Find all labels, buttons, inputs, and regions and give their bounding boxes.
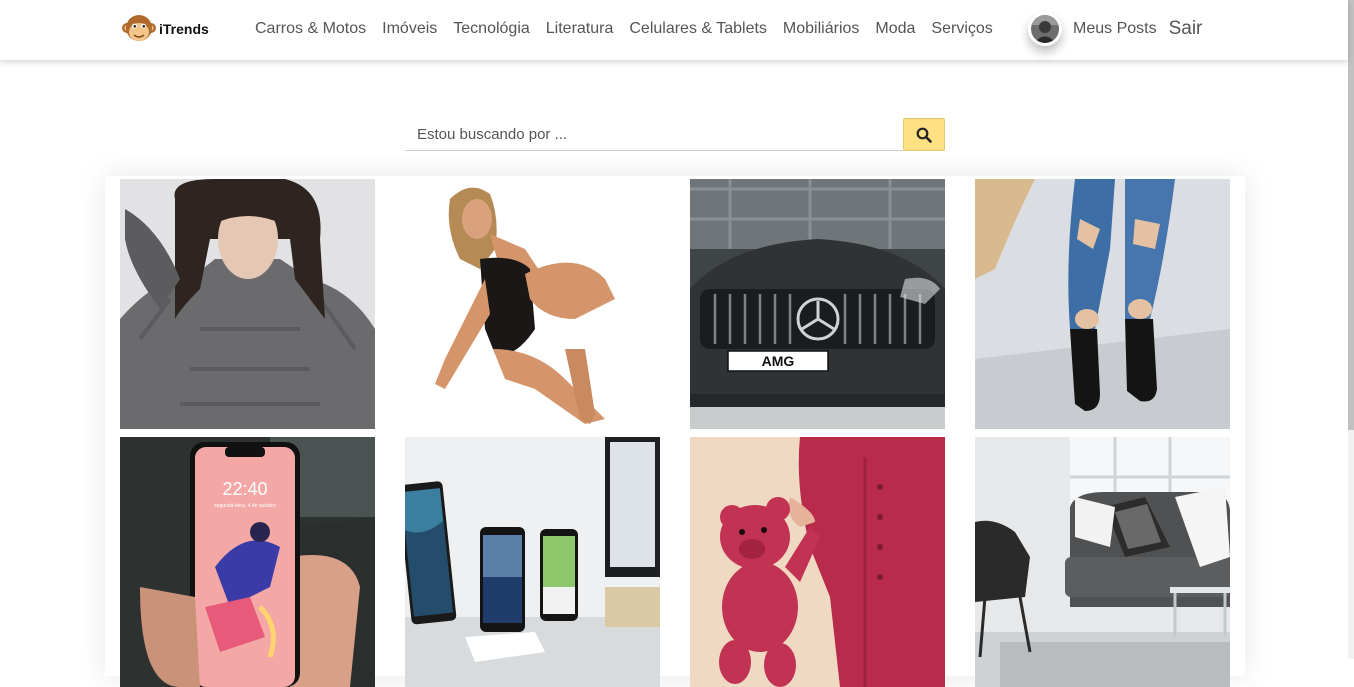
nav-item-imoveis[interactable]: Imóveis	[382, 20, 437, 38]
post-image-living-room	[975, 437, 1230, 687]
avatar[interactable]	[1028, 12, 1062, 46]
post-image-sweater	[120, 179, 375, 429]
phone-time: 22:40	[222, 479, 267, 499]
post-image-jeans	[975, 179, 1230, 429]
brand-link[interactable]: iTrends	[122, 12, 209, 46]
car-plate: AMG	[762, 353, 795, 369]
nav-item-servicos[interactable]: Serviços	[931, 20, 992, 38]
scrollbar-thumb[interactable]	[1348, 0, 1354, 430]
nav-item-mobiliarios[interactable]: Mobiliários	[783, 20, 859, 38]
post-image-smartphone: 22:40 segunda-feira, 4 de outubro	[120, 437, 375, 687]
nav-item-celulares-tablets[interactable]: Celulares & Tablets	[629, 20, 767, 38]
phone-date: segunda-feira, 4 de outubro	[214, 503, 276, 509]
main-nav: Carros & Motos Imóveis Tecnológia Litera…	[255, 0, 1009, 58]
post-image-phones-display	[405, 437, 660, 687]
top-navbar: iTrends Carros & Motos Imóveis Tecnológi…	[0, 0, 1348, 60]
post-card-sweater[interactable]	[120, 179, 375, 429]
my-posts-link[interactable]: Meus Posts	[1073, 20, 1157, 38]
post-card-swimsuit[interactable]	[405, 179, 660, 429]
post-image-swimsuit	[405, 179, 660, 429]
post-card-phones-display[interactable]	[405, 437, 660, 687]
post-card-car[interactable]: AMG	[690, 179, 945, 429]
search-input[interactable]	[405, 118, 903, 151]
post-card-teddy-bear[interactable]	[690, 437, 945, 687]
page-scrollbar[interactable]	[1348, 0, 1354, 659]
brand-name: iTrends	[159, 21, 209, 37]
post-image-car: AMG	[690, 179, 945, 429]
posts-grid: AMG 22:40 segunda-feira, 4 de outubro	[105, 176, 1245, 687]
post-card-living-room[interactable]	[975, 437, 1230, 687]
search-button[interactable]	[903, 118, 945, 151]
user-photo	[1031, 15, 1059, 43]
logout-link[interactable]: Sair	[1169, 18, 1203, 40]
user-menu: Meus Posts Sair	[1028, 11, 1202, 47]
nav-item-carros-motos[interactable]: Carros & Motos	[255, 20, 366, 38]
post-card-smartphone[interactable]: 22:40 segunda-feira, 4 de outubro	[120, 437, 375, 687]
search-bar	[405, 118, 945, 151]
post-image-teddy-bear	[690, 437, 945, 687]
post-card-jeans[interactable]	[975, 179, 1230, 429]
search-icon	[916, 127, 932, 143]
nav-item-literatura[interactable]: Literatura	[546, 20, 614, 38]
monkey-icon	[122, 15, 156, 41]
nav-item-moda[interactable]: Moda	[875, 20, 915, 38]
nav-item-tecnologia[interactable]: Tecnológia	[453, 20, 530, 38]
